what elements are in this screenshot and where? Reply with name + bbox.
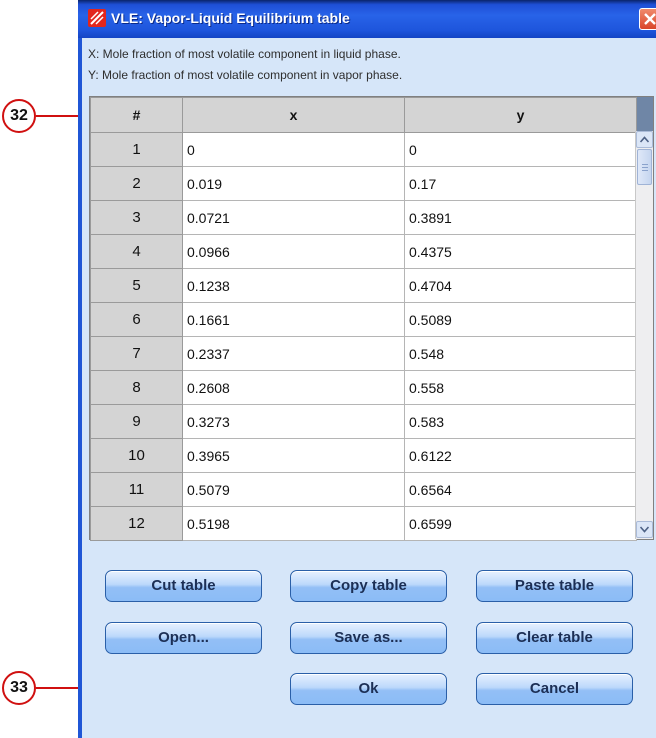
x-value-cell[interactable]: 0.3273 <box>182 404 405 439</box>
x-value-cell[interactable]: 0.1238 <box>182 268 405 303</box>
column-header-x[interactable]: x <box>182 97 405 133</box>
row-number-cell: 3 <box>90 200 183 235</box>
callout-number-badge: 32 <box>2 99 36 133</box>
table-row[interactable]: 2 0.019 0.17 <box>90 166 637 201</box>
cancel-button[interactable]: Cancel <box>476 673 633 705</box>
scroll-down-button[interactable] <box>636 521 653 538</box>
scroll-up-button[interactable] <box>636 131 653 148</box>
scroll-up-arrow-icon <box>640 136 649 143</box>
row-number-cell: 11 <box>90 472 183 507</box>
thumb-grip <box>642 164 648 165</box>
open-button[interactable]: Open... <box>105 622 262 654</box>
row-number-cell: 9 <box>90 404 183 439</box>
window-border <box>78 0 82 738</box>
column-header-y[interactable]: y <box>404 97 637 133</box>
x-value-cell[interactable]: 0.2608 <box>182 370 405 405</box>
x-value-cell[interactable]: 0.5079 <box>182 472 405 507</box>
y-value-cell[interactable]: 0.558 <box>404 370 637 405</box>
y-value-cell[interactable]: 0.4375 <box>404 234 637 269</box>
x-value-cell[interactable]: 0.2337 <box>182 336 405 371</box>
y-value-cell[interactable]: 0.6564 <box>404 472 637 507</box>
x-value-cell[interactable]: 0.1661 <box>182 302 405 337</box>
table-row[interactable]: 3 0.0721 0.3891 <box>90 200 637 235</box>
copy-table-button[interactable]: Copy table <box>290 570 447 602</box>
app-logo-icon <box>88 9 106 27</box>
table-row[interactable]: 100 <box>90 132 637 167</box>
table-row[interactable]: 12 0.5198 0.6599 <box>90 506 637 541</box>
table-row[interactable]: 6 0.1661 0.5089 <box>90 302 637 337</box>
y-value-cell[interactable]: 0.4704 <box>404 268 637 303</box>
vle-table-panel: # x y 1 0 0 2 0.019 0.17 3 0.0721 0.3891 4 0.0966 0… <box>89 96 654 541</box>
x-value-cell[interactable]: 0.0721 <box>182 200 405 235</box>
window-title: VLE: Vapor-Liquid Equilibrium table <box>111 10 350 26</box>
column-header-index[interactable]: # <box>90 97 183 133</box>
table-row[interactable]: 8 0.2608 0.558 <box>90 370 637 405</box>
table-row[interactable]: 7 0.2337 0.548 <box>90 336 637 371</box>
ok-button[interactable]: Ok <box>290 673 447 705</box>
thumb-grip <box>642 167 648 168</box>
y-value-cell[interactable]: 0.3891 <box>404 200 637 235</box>
row-number-cell: 12 <box>90 506 183 541</box>
table-row[interactable]: 11 0.5079 0.6564 <box>90 472 637 507</box>
x-value-cell[interactable]: 0 <box>182 132 405 167</box>
x-value-cell[interactable]: 0.5198 <box>182 506 405 541</box>
vertical-scrollbar[interactable] <box>635 131 653 539</box>
callout-number-badge: 33 <box>2 671 36 705</box>
table-row[interactable]: 4 0.0966 0.4375 <box>90 234 637 269</box>
save-as-button[interactable]: Save as... <box>290 622 447 654</box>
y-value-cell[interactable]: 0 <box>404 132 637 167</box>
row-number-cell: 5 <box>90 268 183 303</box>
y-value-cell[interactable]: 0.548 <box>404 336 637 371</box>
y-value-cell[interactable]: 0.17 <box>404 166 637 201</box>
description-x: X: Mole fraction of most volatile compon… <box>88 47 401 61</box>
table-row[interactable]: 5 0.1238 0.4704 <box>90 268 637 303</box>
scrollbar-thumb[interactable] <box>637 149 652 185</box>
y-value-cell[interactable]: 0.6599 <box>404 506 637 541</box>
paste-table-button[interactable]: Paste table <box>476 570 633 602</box>
x-value-cell[interactable]: 0.0966 <box>182 234 405 269</box>
clear-table-button[interactable]: Clear table <box>476 622 633 654</box>
x-value-cell[interactable]: 0.019 <box>182 166 405 201</box>
thumb-grip <box>642 170 648 171</box>
row-number-cell: 2 <box>90 166 183 201</box>
y-value-cell[interactable]: 0.5089 <box>404 302 637 337</box>
vle-dialog-window: VLE: Vapor-Liquid Equilibrium table X: M… <box>78 0 656 738</box>
close-button[interactable] <box>639 8 656 30</box>
table-header-row: # x y <box>90 97 637 133</box>
y-value-cell[interactable]: 0.6122 <box>404 438 637 473</box>
description-y: Y: Mole fraction of most volatile compon… <box>88 68 403 82</box>
vle-table: # x y 1 0 0 2 0.019 0.17 3 0.0721 0.3891 4 0.0966 0… <box>90 97 637 541</box>
y-value-cell[interactable]: 0.583 <box>404 404 637 439</box>
scroll-down-arrow-icon <box>640 526 649 533</box>
row-number-cell: 4 <box>90 234 183 269</box>
cut-table-button[interactable]: Cut table <box>105 570 262 602</box>
row-number-cell: 7 <box>90 336 183 371</box>
row-number-cell: 8 <box>90 370 183 405</box>
table-row[interactable]: 10 0.3965 0.6122 <box>90 438 637 473</box>
row-number-cell: 1 <box>90 132 183 167</box>
table-row[interactable]: 9 0.3273 0.583 <box>90 404 637 439</box>
x-value-cell[interactable]: 0.3965 <box>182 438 405 473</box>
row-number-cell: 10 <box>90 438 183 473</box>
row-number-cell: 6 <box>90 302 183 337</box>
close-icon <box>644 13 656 25</box>
title-bar[interactable]: VLE: Vapor-Liquid Equilibrium table <box>78 0 656 38</box>
